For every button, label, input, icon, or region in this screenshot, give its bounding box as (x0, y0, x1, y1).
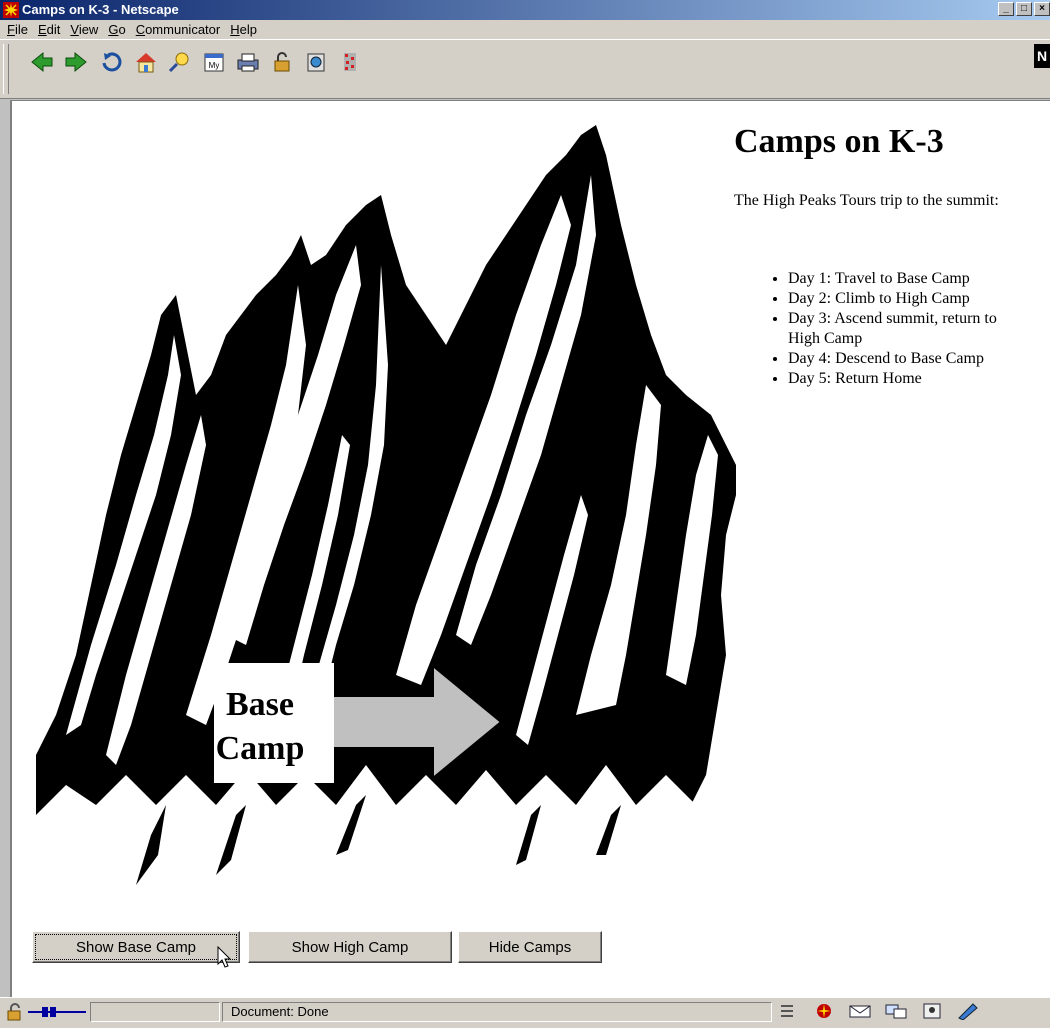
hide-camps-button[interactable]: Hide Camps (458, 931, 602, 963)
title-bar: Camps on K-3 - Netscape _ □ × (0, 0, 1050, 20)
progress-cell (90, 1002, 220, 1022)
menu-bar: File Edit View Go Communicator Help (0, 20, 1050, 39)
list-item: Day 4: Descend to Base Camp (788, 349, 1030, 369)
show-high-camp-button[interactable]: Show High Camp (248, 931, 452, 963)
window-controls: _ □ × (998, 2, 1050, 16)
toolbar-grip[interactable] (3, 44, 9, 94)
list-item: Day 1: Travel to Base Camp (788, 269, 1030, 289)
shop-button[interactable] (302, 48, 330, 76)
status-bar: Document: Done (0, 997, 1050, 1028)
base-camp-label-line1: Base (226, 686, 294, 723)
netscape-logo[interactable]: N (1034, 44, 1050, 68)
shop-icon (307, 53, 325, 72)
close-button[interactable]: × (1034, 2, 1050, 16)
netscape-app-icon (3, 2, 19, 18)
print-button[interactable] (234, 48, 262, 76)
menu-communicator[interactable]: Communicator (131, 20, 226, 39)
navigation-toolbar: My N (0, 39, 1050, 99)
component-bar (775, 1002, 981, 1020)
menu-go[interactable]: Go (103, 20, 130, 39)
reload-icon (102, 52, 122, 72)
component-bar-grip-icon[interactable] (775, 1002, 801, 1020)
stop-button[interactable] (336, 48, 364, 76)
minimize-button[interactable]: _ (998, 2, 1014, 16)
composer-icon[interactable] (955, 1002, 981, 1020)
svg-text:My: My (209, 61, 220, 70)
status-text: Document: Done (222, 1002, 772, 1022)
base-camp-label: Base Camp (200, 683, 320, 771)
menu-edit[interactable]: Edit (33, 20, 65, 39)
maximize-button[interactable]: □ (1016, 2, 1032, 16)
menu-view[interactable]: View (65, 20, 103, 39)
newsgroups-icon[interactable] (883, 1002, 909, 1020)
show-base-camp-button[interactable]: Show Base Camp (32, 931, 240, 963)
forward-icon (65, 51, 87, 73)
list-item: Day 3: Ascend summit, return to High Cam… (788, 309, 1030, 349)
mouse-pointer-icon (217, 946, 232, 968)
search-button[interactable] (166, 48, 194, 76)
print-icon (237, 53, 259, 72)
home-icon (136, 53, 156, 73)
reload-button[interactable] (98, 48, 126, 76)
back-icon (31, 51, 53, 73)
search-icon (168, 52, 189, 73)
connection-icon (28, 1007, 86, 1017)
security-button[interactable] (268, 48, 296, 76)
trip-intro: The High Peaks Tours trip to the summit: (734, 192, 999, 209)
home-button[interactable] (132, 48, 160, 76)
navigator-icon[interactable] (811, 1002, 837, 1020)
my-netscape-icon: My (204, 53, 224, 72)
forward-button[interactable] (62, 48, 90, 76)
security-lock-icon[interactable] (6, 1002, 24, 1022)
mail-icon[interactable] (847, 1002, 873, 1020)
menu-help[interactable]: Help (225, 20, 262, 39)
address-book-icon[interactable] (919, 1002, 945, 1020)
back-button[interactable] (28, 48, 56, 76)
page-content: Base Camp Camps on K-3 The High Peaks To… (10, 100, 1050, 997)
security-icon (274, 52, 290, 72)
itinerary-list: Day 1: Travel to Base Camp Day 2: Climb … (764, 269, 1030, 389)
list-item: Day 5: Return Home (788, 369, 1030, 389)
window-title: Camps on K-3 - Netscape (22, 2, 179, 17)
mountain-illustration (36, 125, 736, 895)
list-item: Day 2: Climb to High Camp (788, 289, 1030, 309)
my-netscape-button[interactable]: My (200, 48, 228, 76)
base-camp-label-line2: Camp (215, 730, 305, 767)
stop-icon (344, 53, 356, 71)
menu-file[interactable]: File (2, 20, 33, 39)
page-title: Camps on K-3 (734, 123, 944, 160)
